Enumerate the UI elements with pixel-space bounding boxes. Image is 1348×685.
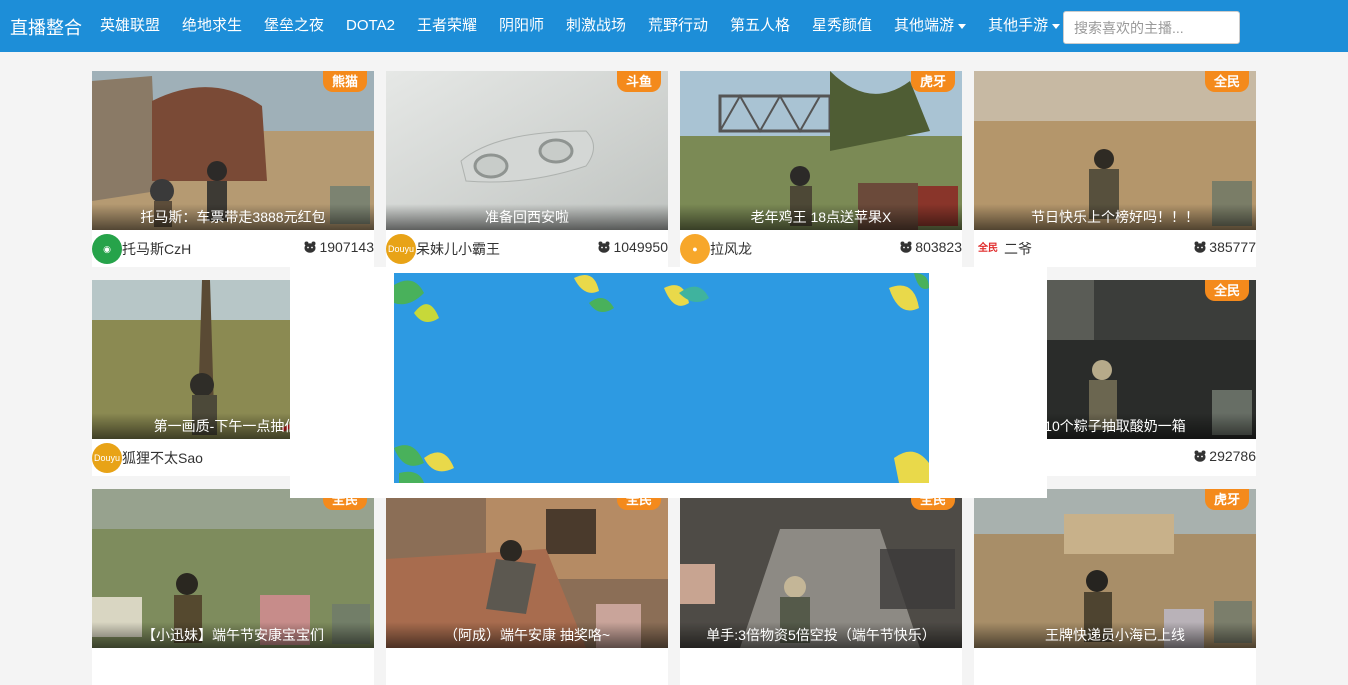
streamer-name: 托马斯CzH [122,241,192,257]
nav-item-fortnite[interactable]: 堡垒之夜 [253,0,335,52]
stream-meta: ● 拉风龙 803823 [680,230,962,267]
stream-card[interactable]: 虎牙 老年鸡王 18点送苹果X ● 拉风龙 803823 [680,71,962,267]
nav-item-honor-of-kings[interactable]: 王者荣耀 [406,0,488,52]
viewer-icon [598,241,610,253]
leaf-banner-image [394,273,929,483]
avatar-logo: Douyu [93,453,120,463]
nav-dropdown-label: 其他端游 [894,17,955,34]
viewer-count: 1907143 [304,239,374,255]
nav-dropdown-other-pc[interactable]: 其他端游 [883,0,977,52]
stream-title: 托马斯：车票带走3888元红包 [92,204,374,230]
viewer-icon [1194,241,1206,253]
stream-thumbnail: 全民 （阿成）端午安康 抽奖咯~ [386,489,668,648]
stream-card[interactable]: 熊猫 托马斯：车票带走3888元红包 ◉ 托马斯CzH 1907143 [92,71,374,267]
stream-thumbnail: 斗鱼 准备回西安啦 [386,71,668,230]
platform-badge: 虎牙 [910,71,955,92]
avatar: Douyu [386,234,416,264]
platform-badge: 全民 [1204,71,1249,92]
viewer-icon [304,241,316,253]
nav-item-onmyoji[interactable]: 阴阳师 [488,0,555,52]
platform-badge: 熊猫 [322,71,367,92]
stream-title: 单手:3倍物资5倍空投（端午节快乐） [680,622,962,648]
stream-card[interactable]: 虎牙 王牌快递员小海已上线 [974,489,1256,685]
stream-thumbnail: 熊猫 托马斯：车票带走3888元红包 [92,71,374,230]
streamer-name: 二爷 [1004,241,1032,257]
streamer-name: 呆妹儿小霸王 [416,241,500,257]
viewer-count-value: 385777 [1209,239,1256,255]
platform-badge: 全民 [1204,280,1249,301]
stream-title: 王牌快递员小海已上线 [974,622,1256,648]
nav-item-pubg[interactable]: 绝地求生 [171,0,253,52]
nav-item-dota2[interactable]: DOTA2 [335,0,406,52]
platform-badge: 斗鱼 [616,71,661,92]
avatar: ● [680,234,710,264]
stream-card[interactable]: 全民 【小迅妹】端午节安康宝宝们 [92,489,374,685]
popup-banner-image[interactable] [394,273,929,483]
viewer-count: 385777 [1194,239,1256,255]
caret-down-icon [958,23,967,29]
viewer-count: 292786 [1194,448,1256,464]
avatar-logo: ◉ [103,244,111,254]
nav-dropdown-other-mobile[interactable]: 其他手游 [977,0,1071,52]
viewer-count: 1049950 [598,239,668,255]
stream-thumbnail: 全民 节日快乐上个榜好吗！！！ [974,71,1256,230]
avatar-logo: Douyu [387,244,414,254]
brand-title[interactable]: 直播整合 [10,14,82,40]
viewer-count-value: 1049950 [613,239,668,255]
stream-title: 老年鸡王 18点送苹果X [680,204,962,230]
viewer-count-value: 292786 [1209,448,1256,464]
nav-item-xingxiu[interactable]: 星秀颜值 [801,0,883,52]
stream-title: 准备回西安啦 [386,204,668,230]
nav-item-knives-out[interactable]: 荒野行动 [637,0,719,52]
avatar: 全民 [974,240,1002,258]
search-input[interactable] [1063,11,1240,44]
stream-card[interactable]: 全民 （阿成）端午安康 抽奖咯~ [386,489,668,685]
stream-meta: 全民 二爷 385777 [974,230,1256,267]
nav-menu: 英雄联盟 绝地求生 堡垒之夜 DOTA2 王者荣耀 阴阳师 刺激战场 荒野行动 … [89,0,1071,52]
viewer-count: 803823 [900,239,962,255]
viewer-icon [1194,450,1206,462]
viewer-count-value: 1907143 [319,239,374,255]
nav-dropdown-label: 其他手游 [988,17,1049,34]
stream-meta: Douyu 呆妹儿小霸王 1049950 [386,230,668,267]
avatar: ◉ [92,234,122,264]
viewer-icon [900,241,912,253]
stream-thumbnail: 全民 单手:3倍物资5倍空投（端午节快乐） [680,489,962,648]
popup-overlay[interactable] [290,267,1047,498]
avatar-logo: ● [692,244,698,254]
viewer-count-value: 803823 [915,239,962,255]
stream-thumbnail: 全民 【小迅妹】端午节安康宝宝们 [92,489,374,648]
stream-card[interactable]: 斗鱼 准备回西安啦 Douyu 呆妹儿小霸王 1049950 [386,71,668,267]
streamer-name: 狐狸不太Sao [122,450,203,466]
nav-item-identity-v[interactable]: 第五人格 [719,0,801,52]
caret-down-icon [1052,23,1061,29]
streamer-name: 拉风龙 [710,241,752,257]
stream-thumbnail: 虎牙 老年鸡王 18点送苹果X [680,71,962,230]
avatar: Douyu [92,443,122,473]
stream-title: （阿成）端午安康 抽奖咯~ [386,622,668,648]
top-navbar: 直播整合 英雄联盟 绝地求生 堡垒之夜 DOTA2 王者荣耀 阴阳师 刺激战场 … [0,0,1348,52]
nav-item-lol[interactable]: 英雄联盟 [89,0,171,52]
stream-thumbnail: 虎牙 王牌快递员小海已上线 [974,489,1256,648]
stream-card[interactable]: 全民 单手:3倍物资5倍空投（端午节快乐） [680,489,962,685]
platform-badge: 虎牙 [1204,489,1249,510]
avatar-logo: 全民 [978,243,998,254]
stream-title: 节日快乐上个榜好吗！！！ [974,204,1256,230]
nav-item-cjzc[interactable]: 刺激战场 [555,0,637,52]
stream-card[interactable]: 全民 节日快乐上个榜好吗！！！ 全民 二爷 385777 [974,71,1256,267]
stream-title: 【小迅妹】端午节安康宝宝们 [92,622,374,648]
stream-meta: ◉ 托马斯CzH 1907143 [92,230,374,267]
